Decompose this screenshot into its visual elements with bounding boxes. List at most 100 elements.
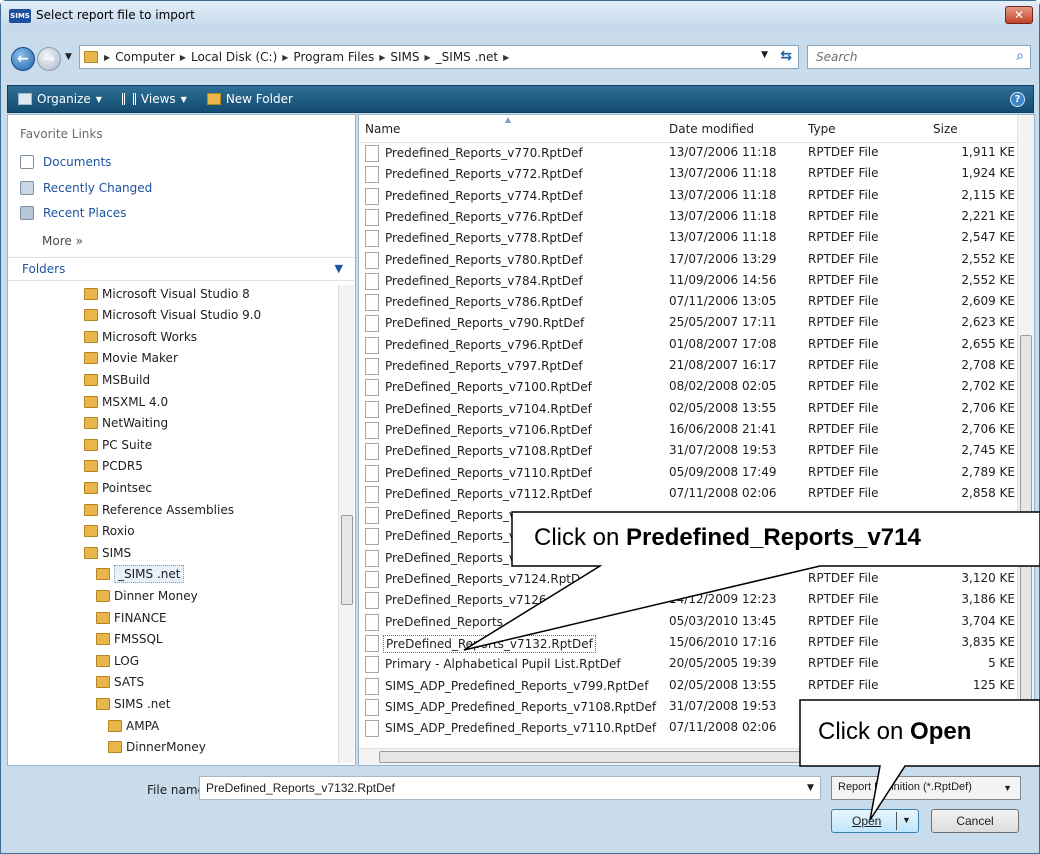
folder-tree-scroll-thumb[interactable] [341,515,353,605]
file-row[interactable]: PreDefined_Reports_v7112.RptDef 07/11/200… [359,484,1019,506]
new-folder-button[interactable]: New Folder [206,92,293,106]
column-name[interactable]: Name [365,122,400,136]
file-row[interactable]: SIMS_ADP_Predefined_Reports_v7108.RptDef… [359,697,1019,719]
file-row[interactable]: Primary - Alphabetical Pupil List.RptDef… [359,654,1019,676]
file-row[interactable]: PreDefined_Reports_v7110.RptDef 05/09/200… [359,463,1019,485]
folder-tree-item[interactable]: MSXML 4.0 [84,391,168,412]
breadcrumb[interactable]: ▶ Computer ▶ Local Disk (C:) ▶ Program F… [79,45,799,69]
chevron-right-icon[interactable]: ▶ [425,53,431,62]
open-options-dropdown-icon[interactable]: ▼ [902,815,911,825]
file-list-vscroll-thumb[interactable] [1020,335,1032,735]
file-row[interactable]: PreDefined_Reports_v7104.RptDef 02/05/200… [359,399,1019,421]
column-date-modified[interactable]: Date modified [669,122,754,136]
folder-tree-item[interactable]: Movie Maker [84,348,178,369]
breadcrumb-sims-net[interactable]: _SIMS .net [436,50,498,64]
file-row[interactable]: Predefined_Reports_v784.RptDef 11/09/2006… [359,271,1019,293]
folder-tree-item[interactable]: Pointsec [84,477,152,498]
folder-tree-item[interactable]: PC Suite [84,434,152,455]
folder-icon [84,546,98,559]
folder-tree-item[interactable]: SATS [96,672,144,693]
file-date-modified: 16/06/2008 21:41 [669,421,777,436]
back-button[interactable]: ← [11,47,35,71]
chevron-right-icon[interactable]: ▶ [503,53,509,62]
file-date-modified: 13/07/2006 11:18 [669,187,777,202]
file-row[interactable]: Predefined_Reports_v774.RptDef 13/07/2006… [359,186,1019,208]
column-type[interactable]: Type [808,122,836,136]
chevron-right-icon[interactable]: ▶ [282,53,288,62]
file-row[interactable]: PreDefined_Reports_v7126.R 14/12/2009 12:… [359,590,1019,612]
file-row[interactable]: Predefined_Reports_v778.RptDef 13/07/2006… [359,228,1019,250]
file-row[interactable]: PreDefined_Reports_v7132.RptDef 15/06/201… [359,633,1019,655]
folder-tree-item[interactable]: Microsoft Visual Studio 8 [84,283,250,304]
file-row[interactable]: Predefined_Reports_v780.RptDef 17/07/2006… [359,250,1019,272]
forward-button[interactable]: → [37,47,61,71]
folder-tree-item[interactable]: SIMS [84,542,131,563]
file-row[interactable]: PreDefined_Reports_v790.RptDef 25/05/2007… [359,313,1019,335]
file-row[interactable]: PreDefined_Reports_v7100.RptDef 08/02/200… [359,377,1019,399]
file-row[interactable]: Predefined_Reports_v786.RptDef 07/11/2006… [359,292,1019,314]
folder-tree-item[interactable]: LOG [96,650,139,671]
cancel-button[interactable]: Cancel [931,809,1019,833]
favorite-recently-changed[interactable]: Recently Changed [20,181,152,195]
file-row[interactable]: PreDefined_Reports_v7108.RptDef 31/07/200… [359,441,1019,463]
column-size[interactable]: Size [933,122,958,136]
file-row[interactable]: Predefined_Reports_v797.RptDef 21/08/2007… [359,356,1019,378]
file-name-dropdown-icon[interactable]: ▼ [807,783,814,793]
folder-tree-item[interactable]: Microsoft Works [84,326,197,347]
folder-tree-item[interactable]: _SIMS .net [96,564,185,585]
file-row[interactable]: PreDefined_Reports 05/03/2010 13:45 RPTDEF… [359,612,1019,634]
breadcrumb-program-files[interactable]: Program Files [293,50,374,64]
file-row[interactable]: PreDefined_Reports_v7124.RptDef 16:40 RPTD… [359,569,1019,591]
file-date-modified: 07/11/2008 02:06 [669,720,777,735]
file-name-input[interactable]: PreDefined_Reports_v7132.RptDef [199,776,821,800]
folder-tree-item[interactable]: Dinner Money [96,585,198,606]
search-icon[interactable]: ⌕ [1016,48,1024,64]
folder-tree-item[interactable]: MSBuild [84,369,150,390]
close-button[interactable]: ✕ [1005,6,1033,24]
help-icon[interactable]: ? [1010,92,1025,107]
file-type-filter[interactable]: Report Definition (*.RptDef) ▼ [831,776,1021,800]
file-row[interactable]: Predefined_Reports_v772.RptDef 13/07/2006… [359,164,1019,186]
file-row[interactable]: Predefined_Reports_v796.RptDef 01/08/2007… [359,335,1019,357]
file-date-modified: 02/05/2008 13:55 [669,677,777,692]
chevron-down-icon[interactable]: ▼ [335,262,343,275]
folder-tree-item[interactable]: DinnerMoney [108,737,206,758]
file-list-hscrollbar[interactable] [359,748,1019,765]
more-link[interactable]: More » [42,234,83,248]
history-dropdown-icon[interactable]: ▼ [65,52,72,62]
organize-menu[interactable]: Organize ▼ [18,92,102,106]
folder-tree-item[interactable]: FINANCE [96,607,167,628]
folder-tree-item[interactable]: Microsoft Visual Studio 9.0 [84,305,261,326]
file-list-vscrollbar[interactable] [1017,115,1034,750]
folder-tree-item[interactable]: AMPA [108,715,159,736]
file-row[interactable]: SIMS_ADP_Predefined_Reports_v799.RptDef 0… [359,676,1019,698]
breadcrumb-local-disk[interactable]: Local Disk (C:) [191,50,277,64]
folder-tree-item[interactable]: PCDR5 [84,456,143,477]
search-input[interactable]: Search ⌕ [807,45,1031,69]
folder-tree-item[interactable]: NetWaiting [84,413,168,434]
open-button[interactable]: Open ▼ [831,809,919,833]
folder-tree-item[interactable]: FMSSQL [96,629,163,650]
favorite-recent-places[interactable]: Recent Places [20,206,126,220]
refresh-icon[interactable]: ⇆ [780,48,792,64]
folder-tree-item[interactable]: Roxio [84,521,135,542]
chevron-right-icon[interactable]: ▶ [104,53,110,62]
breadcrumb-sims[interactable]: SIMS [390,50,419,64]
favorite-documents[interactable]: Documents [20,155,111,169]
chevron-right-icon[interactable]: ▶ [379,53,385,62]
breadcrumb-computer[interactable]: Computer [115,50,175,64]
folders-header[interactable]: Folders ▼ [8,257,355,281]
file-name: Predefined_Reports_v776.RptDef [385,209,583,224]
file-row[interactable]: Predefined_Reports_v776.RptDef 13/07/2006… [359,207,1019,229]
views-menu[interactable]: Views ▼ [121,92,187,106]
file-row[interactable]: Predefined_Reports_v770.RptDef 13/07/2006… [359,143,1019,165]
folder-tree-scrollbar[interactable] [338,285,354,763]
file-row[interactable]: PreDefined_Reports_v7106.RptDef 16/06/200… [359,420,1019,442]
file-list-hscroll-thumb[interactable] [379,751,979,763]
folder-tree-item[interactable]: Reference Assemblies [84,499,234,520]
file-size: 2,789 KE [961,464,1015,479]
folder-tree-item[interactable]: SIMS .net [96,693,170,714]
document-icon [365,208,379,226]
address-dropdown-icon[interactable]: ▼ [761,50,768,60]
chevron-right-icon[interactable]: ▶ [180,53,186,62]
